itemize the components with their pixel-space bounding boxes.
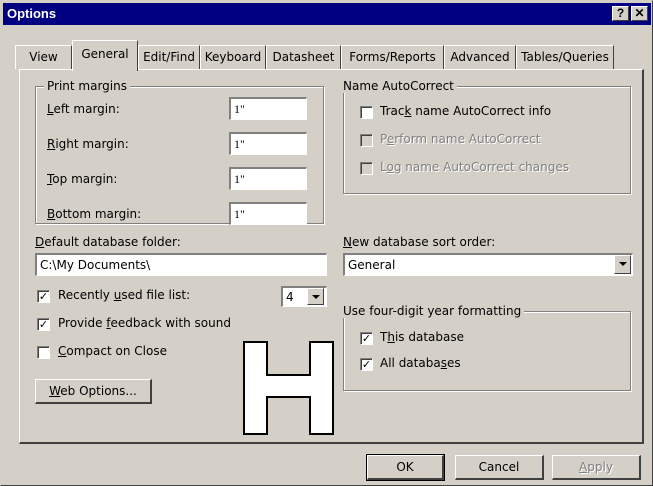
print-margins-legend: Print margins	[44, 79, 130, 93]
tab-tables-queries[interactable]: Tables/Queries	[516, 45, 614, 69]
help-button[interactable]: ?	[612, 6, 629, 21]
perform-autocorrect-label: Perform name AutoCorrect	[380, 132, 541, 146]
sort-order-dropdown-arrow-icon[interactable]	[614, 255, 631, 274]
print-margins-group: Print margins Left margin: 1" Right marg…	[35, 79, 324, 225]
top-margin-label: Top margin:	[47, 172, 118, 186]
recent-files-checkbox[interactable]: ✓	[37, 290, 50, 303]
recent-files-dropdown-arrow-icon[interactable]	[307, 288, 324, 305]
web-options-button[interactable]: Web Options...	[35, 379, 152, 404]
recent-files-label[interactable]: Recently used file list:	[58, 288, 190, 302]
this-database-label[interactable]: This database	[380, 330, 464, 344]
tab-keyboard[interactable]: Keyboard	[200, 45, 266, 69]
default-folder-label: Default database folder:	[35, 235, 181, 249]
apply-button[interactable]: Apply	[552, 455, 641, 480]
all-databases-label[interactable]: All databases	[380, 356, 461, 370]
ok-button[interactable]: OK	[366, 454, 445, 481]
right-margin-input[interactable]: 1"	[229, 132, 307, 155]
tab-forms-reports[interactable]: Forms/Reports	[341, 45, 444, 69]
compact-on-close-checkbox[interactable]	[37, 346, 50, 359]
general-tab-panel: Print margins Left margin: 1" Right marg…	[19, 69, 644, 444]
recent-files-count-value: 4	[286, 290, 294, 304]
default-folder-input[interactable]: C:\My Documents\	[35, 253, 327, 276]
tab-general[interactable]: General	[72, 40, 138, 71]
check-mark-icon: ✓	[361, 332, 372, 345]
track-autocorrect-label[interactable]: Track name AutoCorrect info	[380, 104, 551, 118]
this-database-checkbox[interactable]: ✓	[360, 332, 373, 345]
year-formatting-legend: Use four-digit year formatting	[340, 304, 525, 318]
log-autocorrect-label: Log name AutoCorrect changes	[380, 160, 569, 174]
feedback-sound-label[interactable]: Provide feedback with sound	[58, 316, 231, 330]
name-autocorrect-group: Name AutoCorrect Track name AutoCorrect …	[340, 79, 631, 194]
bottom-margin-label: Bottom margin:	[47, 207, 142, 221]
track-autocorrect-checkbox[interactable]	[360, 106, 373, 119]
top-margin-input[interactable]: 1"	[229, 167, 307, 190]
options-dialog: Options ? ✕ View General Edit/Find Keybo…	[0, 0, 653, 486]
right-margin-label: Right margin:	[47, 137, 129, 151]
year-formatting-group: Use four-digit year formatting ✓ This da…	[340, 304, 631, 391]
bottom-margin-input[interactable]: 1"	[229, 202, 307, 225]
title-bar[interactable]: Options ? ✕	[3, 3, 651, 25]
compact-on-close-label[interactable]: Compact on Close	[58, 344, 167, 358]
sort-order-label: New database sort order:	[343, 235, 496, 249]
left-margin-input[interactable]: 1"	[229, 97, 307, 120]
tab-advanced[interactable]: Advanced	[444, 45, 516, 69]
close-button[interactable]: ✕	[631, 6, 648, 21]
left-margin-label: Left margin:	[47, 102, 120, 116]
perform-autocorrect-checkbox[interactable]	[360, 134, 373, 147]
check-mark-icon: ✓	[38, 290, 49, 303]
cancel-button[interactable]: Cancel	[455, 455, 544, 480]
sort-order-select[interactable]: General	[343, 253, 633, 276]
feedback-sound-checkbox[interactable]: ✓	[37, 318, 50, 331]
all-databases-checkbox[interactable]: ✓	[360, 358, 373, 371]
tab-edit-find[interactable]: Edit/Find	[138, 45, 200, 69]
tab-datasheet[interactable]: Datasheet	[266, 45, 341, 69]
h-letter-graphic	[243, 341, 334, 435]
check-mark-icon: ✓	[361, 358, 372, 371]
name-autocorrect-legend: Name AutoCorrect	[340, 79, 457, 93]
sort-order-value: General	[348, 258, 396, 272]
dialog-title: Options	[7, 6, 57, 21]
log-autocorrect-checkbox[interactable]	[360, 162, 373, 175]
check-mark-icon: ✓	[38, 318, 49, 331]
tab-view[interactable]: View	[15, 45, 72, 69]
